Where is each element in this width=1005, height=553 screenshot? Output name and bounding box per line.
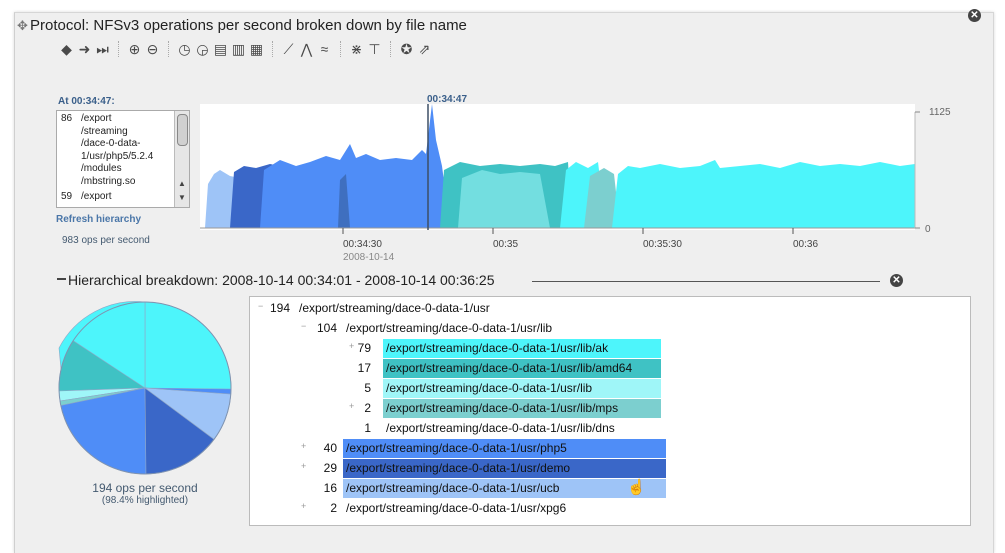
tree-row-path[interactable]: /export/streaming/dace-0-data-1/usr/lib: [383, 379, 661, 398]
tree-row-path[interactable]: /export/streaming/dace-0-data-1/usr: [296, 299, 490, 318]
expand-toggle-icon[interactable]: +: [301, 501, 306, 511]
back-arrow-icon[interactable]: ◆: [58, 41, 75, 58]
move-handle-icon[interactable]: ✥: [17, 18, 28, 34]
collapse-toggle-icon[interactable]: −: [301, 321, 306, 331]
clock-back-icon[interactable]: ◷: [176, 41, 193, 58]
area-chart-icon[interactable]: ≈: [316, 41, 333, 58]
forward-arrow-icon[interactable]: ➜: [76, 41, 93, 58]
at-time-label: At 00:34:47:: [58, 96, 115, 107]
skip-end-icon[interactable]: ⏭: [94, 41, 111, 58]
scroll-up-icon[interactable]: ▲: [178, 179, 186, 188]
toolbar-separator: [340, 41, 342, 57]
tree-row-count: 104: [316, 321, 337, 335]
hierarchy-section-title: Hierarchical breakdown: 2008-10-14 00:34…: [68, 272, 499, 288]
tree-row-path[interactable]: /export/streaming/dace-0-data-1/usr/lib/…: [383, 399, 661, 418]
tree-row-path[interactable]: /export/streaming/dace-0-data-1/usr/lib/…: [383, 359, 661, 378]
close-panel-icon[interactable]: ✕: [968, 9, 981, 22]
expand-toggle-icon[interactable]: +: [301, 461, 306, 471]
x-tick-label: 00:35: [493, 239, 519, 250]
merge-icon[interactable]: ⋇: [348, 41, 365, 58]
series-cyan-area-2: [612, 160, 915, 228]
time-series-chart[interactable]: [200, 104, 920, 236]
tree-row-path[interactable]: /export/streaming/dace-0-data-1/usr/lib/…: [383, 419, 615, 438]
tree-row-count: 5: [364, 381, 371, 395]
tree-row-path[interactable]: /export/streaming/dace-0-data-1/usr/ucb: [343, 479, 666, 498]
tree-row-count: 40: [323, 441, 337, 455]
table-alt-icon[interactable]: ▥: [230, 41, 247, 58]
line-chart-icon[interactable]: ⟋: [280, 41, 297, 58]
ops-per-second: 983 ops per second: [62, 235, 150, 246]
list-item[interactable]: 1/usr/php5/5.2.4: [81, 151, 153, 164]
toolbar-separator: [118, 41, 120, 57]
pie-ops-per-second: 194 ops per second: [92, 481, 198, 495]
tree-row-count: 17: [357, 361, 371, 375]
tree-row-count: 16: [323, 481, 337, 495]
series-light-cyan-area: [458, 170, 550, 228]
x-tick-label: 00:36: [793, 239, 819, 250]
list-count: 59: [61, 191, 73, 202]
list-item[interactable]: /modules: [81, 163, 122, 176]
x-tick-label: 00:34:30: [343, 239, 382, 250]
collapse-section-icon[interactable]: [57, 278, 66, 280]
tree-row-count: 2: [330, 501, 337, 515]
tree-row-count: 194: [269, 301, 290, 315]
list-item[interactable]: /streaming: [81, 126, 128, 139]
hierarchy-icon[interactable]: ⊤: [366, 41, 383, 58]
tree-row-path[interactable]: /export/streaming/dace-0-data-1/usr/php5: [343, 439, 666, 458]
tree-row-path[interactable]: /export/streaming/dace-0-data-1/usr/xpg6: [343, 499, 566, 518]
breakdown-pie-chart[interactable]: [55, 296, 235, 478]
section-divider: [532, 281, 880, 282]
refresh-hierarchy-link[interactable]: Refresh hierarchy: [56, 214, 141, 225]
hand-cursor-icon: ☝: [627, 479, 646, 496]
clock-forward-icon[interactable]: ◶: [194, 41, 211, 58]
breakdown-listbox[interactable]: 86 /export /streaming /dace-0-data- 1/us…: [56, 110, 190, 208]
toolbar-separator: [272, 41, 274, 57]
scroll-down-icon[interactable]: ▼: [178, 193, 186, 202]
zoom-out-icon[interactable]: ⊖: [144, 41, 161, 58]
toolbar-separator: [390, 41, 392, 57]
x-date-label: 2008-10-14: [343, 252, 395, 263]
tree-row-path[interactable]: /export/streaming/dace-0-data-1/usr/lib/…: [383, 339, 661, 358]
tree-row-path[interactable]: /export/streaming/dace-0-data-1/usr/lib: [343, 319, 552, 338]
tree-row-path[interactable]: /export/streaming/dace-0-data-1/usr/demo: [343, 459, 666, 478]
toolbar: ◆ ➜ ⏭ ⊕ ⊖ ◷ ◶ ▤ ▥ ▦ ⟋ ⋀ ≈ ⋇ ⊤ ✪ ⇗: [58, 38, 434, 60]
scrollbar-thumb[interactable]: [177, 114, 188, 146]
list-count: 86: [61, 113, 73, 124]
zoom-in-icon[interactable]: ⊕: [126, 41, 143, 58]
list-item[interactable]: /dace-0-data-: [81, 138, 140, 151]
y-axis-max-label: 1125: [929, 107, 951, 118]
list-item[interactable]: /export: [81, 113, 112, 126]
pie-highlighted-percent: (98.4% highlighted): [101, 495, 189, 506]
stacked-chart-icon[interactable]: ⋀: [298, 41, 315, 58]
toolbar-separator: [168, 41, 170, 57]
grid-icon[interactable]: ▦: [248, 41, 265, 58]
expand-toggle-icon[interactable]: +: [301, 441, 306, 451]
x-tick-label: 00:35:30: [643, 239, 682, 250]
tree-row-count: 1: [364, 421, 371, 435]
table-icon[interactable]: ▤: [212, 41, 229, 58]
panel-title: Protocol: NFSv3 operations per second br…: [30, 17, 467, 34]
tree-row-count: 29: [323, 461, 337, 475]
popout-icon[interactable]: ⇗: [416, 41, 433, 58]
tree-row-count: 2: [364, 401, 371, 415]
palette-icon[interactable]: ✪: [398, 41, 415, 58]
list-item[interactable]: /mbstring.so: [81, 176, 135, 189]
close-hierarchy-icon[interactable]: ✕: [890, 274, 903, 287]
listbox-scrollbar[interactable]: ▲ ▼: [174, 111, 189, 207]
y-axis-min-label: 0: [925, 224, 931, 235]
tree-row-count: 79: [357, 341, 371, 355]
list-item[interactable]: /export: [81, 191, 112, 204]
